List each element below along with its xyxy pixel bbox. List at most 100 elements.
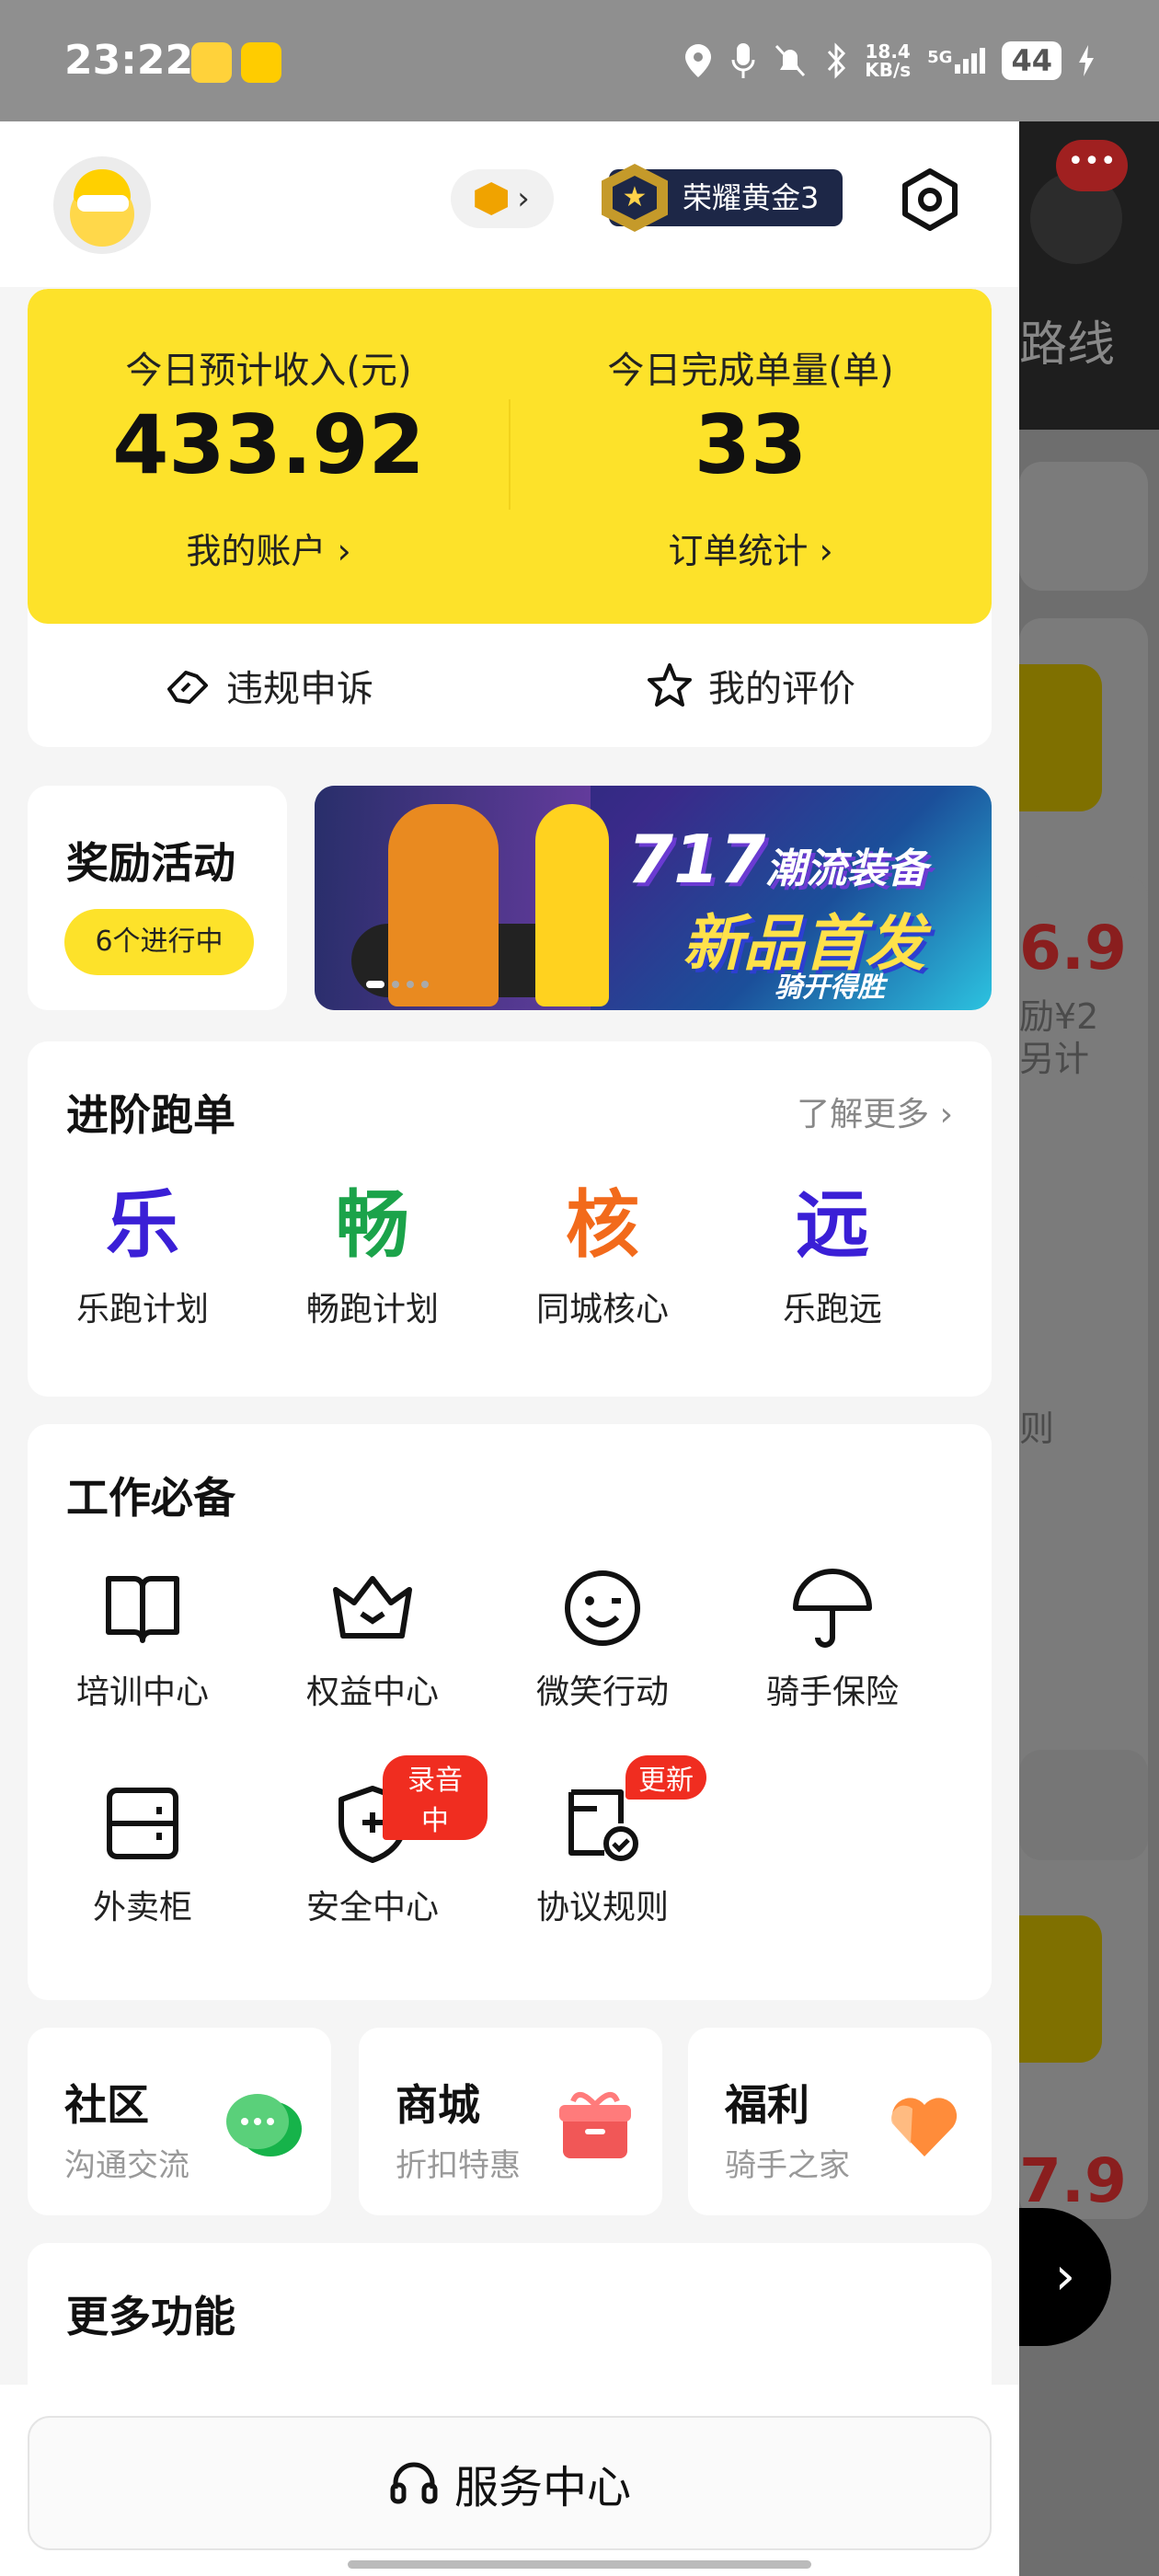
book-icon: [106, 1576, 179, 1643]
earnings-value: 433.92: [112, 397, 425, 492]
chevron-right-icon[interactable]: ›: [1019, 2208, 1111, 2346]
appeal-label: 违规申诉: [226, 668, 373, 710]
work-item-label: 安全中心: [305, 1889, 439, 1926]
earnings-block[interactable]: 今日预计收入(元) 433.92 我的账户 ›: [28, 289, 510, 624]
charging-icon: [1079, 45, 1094, 76]
plan-label: 同城核心: [535, 1291, 669, 1328]
reward-activities-card[interactable]: 奖励活动 6个进行中: [28, 786, 287, 1010]
reward-title: 奖励活动: [66, 838, 235, 888]
banner-title: 717潮流装备: [627, 821, 928, 898]
signal-icon: 5G: [927, 48, 986, 74]
work-item-label: 外卖柜: [92, 1889, 192, 1926]
recording-badge: 录音中: [383, 1755, 488, 1840]
plan-item[interactable]: 核 同城核心: [488, 1179, 717, 1330]
reward-count-chip: 6个进行中: [64, 909, 254, 975]
drawer-header: › 荣耀黄金3 ★: [0, 121, 1019, 287]
plan-item[interactable]: 远 乐跑远: [717, 1179, 947, 1330]
plan-glyph: 乐: [106, 1182, 179, 1268]
work-item[interactable]: 骑手保险: [717, 1562, 947, 1713]
locker-icon: [107, 1788, 178, 1859]
background-app[interactable]: ••• 路线 6.9 励¥2 另计 则 7.9 ›: [1019, 121, 1159, 2576]
card-title: 商城: [396, 2080, 480, 2130]
learn-more-link[interactable]: 了解更多 ›: [797, 1087, 953, 1135]
umbrella-icon: [793, 1569, 872, 1648]
work-item[interactable]: 权益中心: [258, 1562, 488, 1713]
work-item-label: 协议规则: [535, 1889, 669, 1926]
side-drawer: › 荣耀黄金3 ★ 今日预计收入(元) 433.92 我的账户 › 今日完成单量…: [0, 121, 1019, 2576]
work-item[interactable]: 微笑行动: [488, 1562, 717, 1713]
location-icon: [685, 44, 712, 77]
gavel-icon: [167, 671, 208, 704]
background-dropdown: [1019, 1750, 1148, 1860]
app-notification-icon-2: [241, 42, 281, 83]
status-bar: 23:22 18.4 KB/s 5G 44: [0, 0, 1159, 121]
app-notification-icon: [191, 42, 232, 83]
work-item-label: 培训中心: [75, 1673, 209, 1711]
income-actions: 违规申诉 我的评价: [28, 624, 992, 747]
work-item[interactable]: 录音中 安全中心: [258, 1755, 488, 1928]
orders-value: 33: [694, 397, 808, 492]
network-speed: 18.4 KB/s: [865, 40, 912, 81]
banner-pagination: [366, 981, 429, 988]
section-title: 更多功能: [66, 2292, 235, 2341]
section-title: 进阶跑单: [66, 1090, 235, 1140]
income-card: 今日预计收入(元) 433.92 我的账户 › 今日完成单量(单) 33 订单统…: [28, 289, 992, 747]
plan-item[interactable]: 乐 乐跑计划: [28, 1179, 258, 1330]
work-item[interactable]: 外卖柜: [28, 1777, 258, 1928]
update-badge: 更新: [625, 1755, 706, 1800]
clock: 23:22: [64, 37, 194, 84]
home-indicator[interactable]: [348, 2560, 811, 2569]
mall-card[interactable]: 商城 折扣特惠: [359, 2028, 662, 2215]
background-text: 另计: [1019, 1039, 1090, 1079]
banner-rider-image: [535, 804, 609, 1006]
plan-item[interactable]: 畅 畅跑计划: [258, 1179, 488, 1330]
service-center-button[interactable]: 服务中心: [28, 2416, 992, 2550]
chat-icon: [226, 2094, 302, 2156]
promo-banner[interactable]: 717潮流装备 新品首发 骑开得胜: [315, 786, 992, 1010]
card-title: 福利: [725, 2080, 809, 2130]
background-yellow-button: [1019, 1915, 1102, 2063]
orders-block[interactable]: 今日完成单量(单) 33 订单统计 ›: [510, 289, 992, 624]
service-center-label: 服务中心: [453, 2462, 631, 2513]
work-item[interactable]: 更新 协议规则: [488, 1755, 717, 1928]
background-price: 7.9: [1019, 2145, 1127, 2216]
work-item-label: 微笑行动: [535, 1673, 669, 1711]
plan-label: 乐跑计划: [75, 1291, 209, 1328]
settings-icon[interactable]: [898, 167, 962, 232]
earnings-label: 今日预计收入(元): [125, 350, 412, 392]
appeal-button[interactable]: 违规申诉: [28, 624, 510, 747]
crown-icon: [333, 1576, 412, 1639]
orders-label: 今日完成单量(单): [607, 350, 894, 392]
plan-label: 乐跑远: [782, 1291, 882, 1328]
review-label: 我的评价: [708, 668, 855, 710]
microphone-icon: [731, 43, 755, 78]
banner-slogan: 骑开得胜: [775, 972, 885, 1004]
heart-icon: [890, 2098, 958, 2156]
income-summary: 今日预计收入(元) 433.92 我的账户 › 今日完成单量(单) 33 订单统…: [28, 289, 992, 624]
work-essentials-section: 工作必备 培训中心 权益中心 微笑行动 骑手保险 外卖柜 录音中 安全中心 更新…: [28, 1424, 992, 2000]
chevron-right-icon: ›: [517, 180, 530, 217]
card-subtitle: 骑手之家: [725, 2147, 850, 2184]
advanced-section: 进阶跑单 了解更多 › 乐 乐跑计划 畅 畅跑计划 核 同城核心 远 乐跑远: [28, 1041, 992, 1397]
benefits-card[interactable]: 福利 骑手之家: [688, 2028, 992, 2215]
community-card[interactable]: 社区 沟通交流: [28, 2028, 331, 2215]
status-icons: 18.4 KB/s 5G 44: [683, 35, 1095, 86]
background-price: 6.9: [1019, 913, 1127, 983]
avatar[interactable]: [53, 156, 151, 254]
review-button[interactable]: 我的评价: [510, 624, 992, 747]
plan-glyph: 远: [796, 1182, 869, 1268]
medal-pill[interactable]: ›: [451, 169, 554, 228]
order-stats-link[interactable]: 订单统计 ›: [510, 523, 992, 573]
gift-icon: [559, 2092, 631, 2158]
work-item-label: 骑手保险: [765, 1673, 899, 1711]
card-title: 社区: [64, 2080, 149, 2130]
background-card: [1019, 462, 1148, 591]
work-item[interactable]: 培训中心: [28, 1562, 258, 1713]
route-label: 路线: [1019, 317, 1116, 373]
work-item-label: 权益中心: [305, 1673, 439, 1711]
smile-icon: [565, 1570, 640, 1646]
account-link[interactable]: 我的账户 ›: [28, 523, 510, 573]
card-subtitle: 折扣特惠: [396, 2147, 521, 2184]
background-yellow-button: [1019, 664, 1102, 811]
banner-rider-image: [388, 804, 499, 1006]
